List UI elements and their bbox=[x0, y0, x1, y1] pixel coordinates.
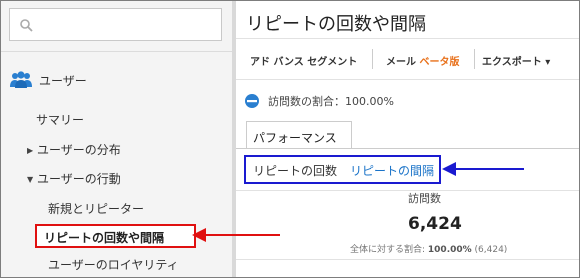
sidebar-item-label: ユーザーのロイヤリティ bbox=[48, 258, 179, 272]
sidebar-item-new-vs-returning[interactable]: 新規とリピーター bbox=[48, 201, 144, 217]
search-box[interactable] bbox=[9, 8, 222, 41]
chevron-down-icon: ▾ bbox=[545, 57, 551, 68]
sidebar-section-users[interactable]: ユーザー bbox=[9, 68, 87, 92]
email-label: メール bbox=[386, 57, 416, 68]
search-icon bbox=[20, 19, 33, 32]
toolbar: アド バンス セグメント メール ベータ版 エクスポート ▾ bbox=[236, 39, 579, 79]
beta-badge: ベータ版 bbox=[419, 57, 460, 68]
metric-label: 訪問数 bbox=[408, 192, 441, 205]
metric-share-percent: 100.00% bbox=[427, 245, 472, 255]
main-panel: リピートの回数や間隔 アド バンス セグメント メール ベータ版 エクスポート … bbox=[236, 1, 579, 277]
page-title: リピートの回数や間隔 bbox=[246, 14, 426, 35]
sidebar-item-summary[interactable]: サマリー bbox=[36, 112, 84, 128]
subtab-count-of-visits[interactable]: リピートの回数 bbox=[253, 162, 337, 179]
tab-baseline bbox=[236, 148, 579, 149]
tab-performance[interactable]: パフォーマンス bbox=[246, 121, 352, 149]
advanced-segment-button[interactable]: アド バンス セグメント bbox=[250, 53, 357, 68]
percentage-text: 訪問数の割合：100.00% bbox=[268, 95, 394, 108]
sidebar-item-engagement[interactable]: ユーザーのロイヤリティ bbox=[48, 257, 179, 273]
metric-share-prefix: 全体に対する割合: bbox=[350, 245, 428, 255]
metric-share-total: (6,424) bbox=[471, 245, 508, 255]
toolbar-divider bbox=[474, 49, 475, 69]
sidebar-section-label: ユーザー bbox=[39, 73, 87, 88]
subtab-days-since-last-visit[interactable]: リピートの間隔 bbox=[350, 162, 434, 179]
export-label: エクスポート bbox=[482, 57, 542, 68]
toolbar-divider-bottom bbox=[236, 79, 579, 80]
sidebar-item-behavior[interactable]: ▼ ユーザーの行動 bbox=[27, 171, 121, 188]
export-button[interactable]: エクスポート ▾ bbox=[482, 53, 550, 68]
sidebar-item-label: リピートの回数や間隔 bbox=[44, 231, 165, 245]
metric-share: 全体に対する割合: 100.00% (6,424) bbox=[350, 242, 507, 255]
pie-icon bbox=[245, 94, 259, 108]
sidebar-item-label: ユーザーの分布 bbox=[37, 143, 121, 157]
subtab-group: リピートの回数 リピートの間隔 bbox=[244, 155, 441, 184]
chevron-right-icon: ▶ bbox=[27, 146, 34, 155]
segment-percentage: 訪問数の割合：100.00% bbox=[244, 92, 394, 110]
sidebar-item-label: サマリー bbox=[36, 113, 85, 127]
metric-value: 6,424 bbox=[408, 214, 462, 234]
toolbar-divider bbox=[372, 49, 373, 69]
chevron-down-icon: ▼ bbox=[27, 175, 34, 184]
sidebar-item-label: ユーザーの行動 bbox=[37, 172, 121, 186]
users-icon bbox=[10, 71, 32, 88]
metric-divider bbox=[236, 259, 579, 260]
sidebar-divider bbox=[1, 51, 232, 52]
sidebar-item-demographics[interactable]: ▶ ユーザーの分布 bbox=[27, 142, 121, 159]
search-input[interactable] bbox=[40, 15, 216, 35]
sidebar: ユーザー サマリー ▶ ユーザーの分布 ▼ ユーザーの行動 新規とリピーター リピー… bbox=[1, 1, 232, 277]
sidebar-item-label: 新規とリピーター bbox=[48, 202, 145, 216]
email-button[interactable]: メール ベータ版 bbox=[386, 53, 459, 68]
sidebar-item-frequency-recency-active[interactable]: リピートの回数や間隔 bbox=[35, 224, 196, 248]
tab-label: パフォーマンス bbox=[253, 131, 337, 145]
